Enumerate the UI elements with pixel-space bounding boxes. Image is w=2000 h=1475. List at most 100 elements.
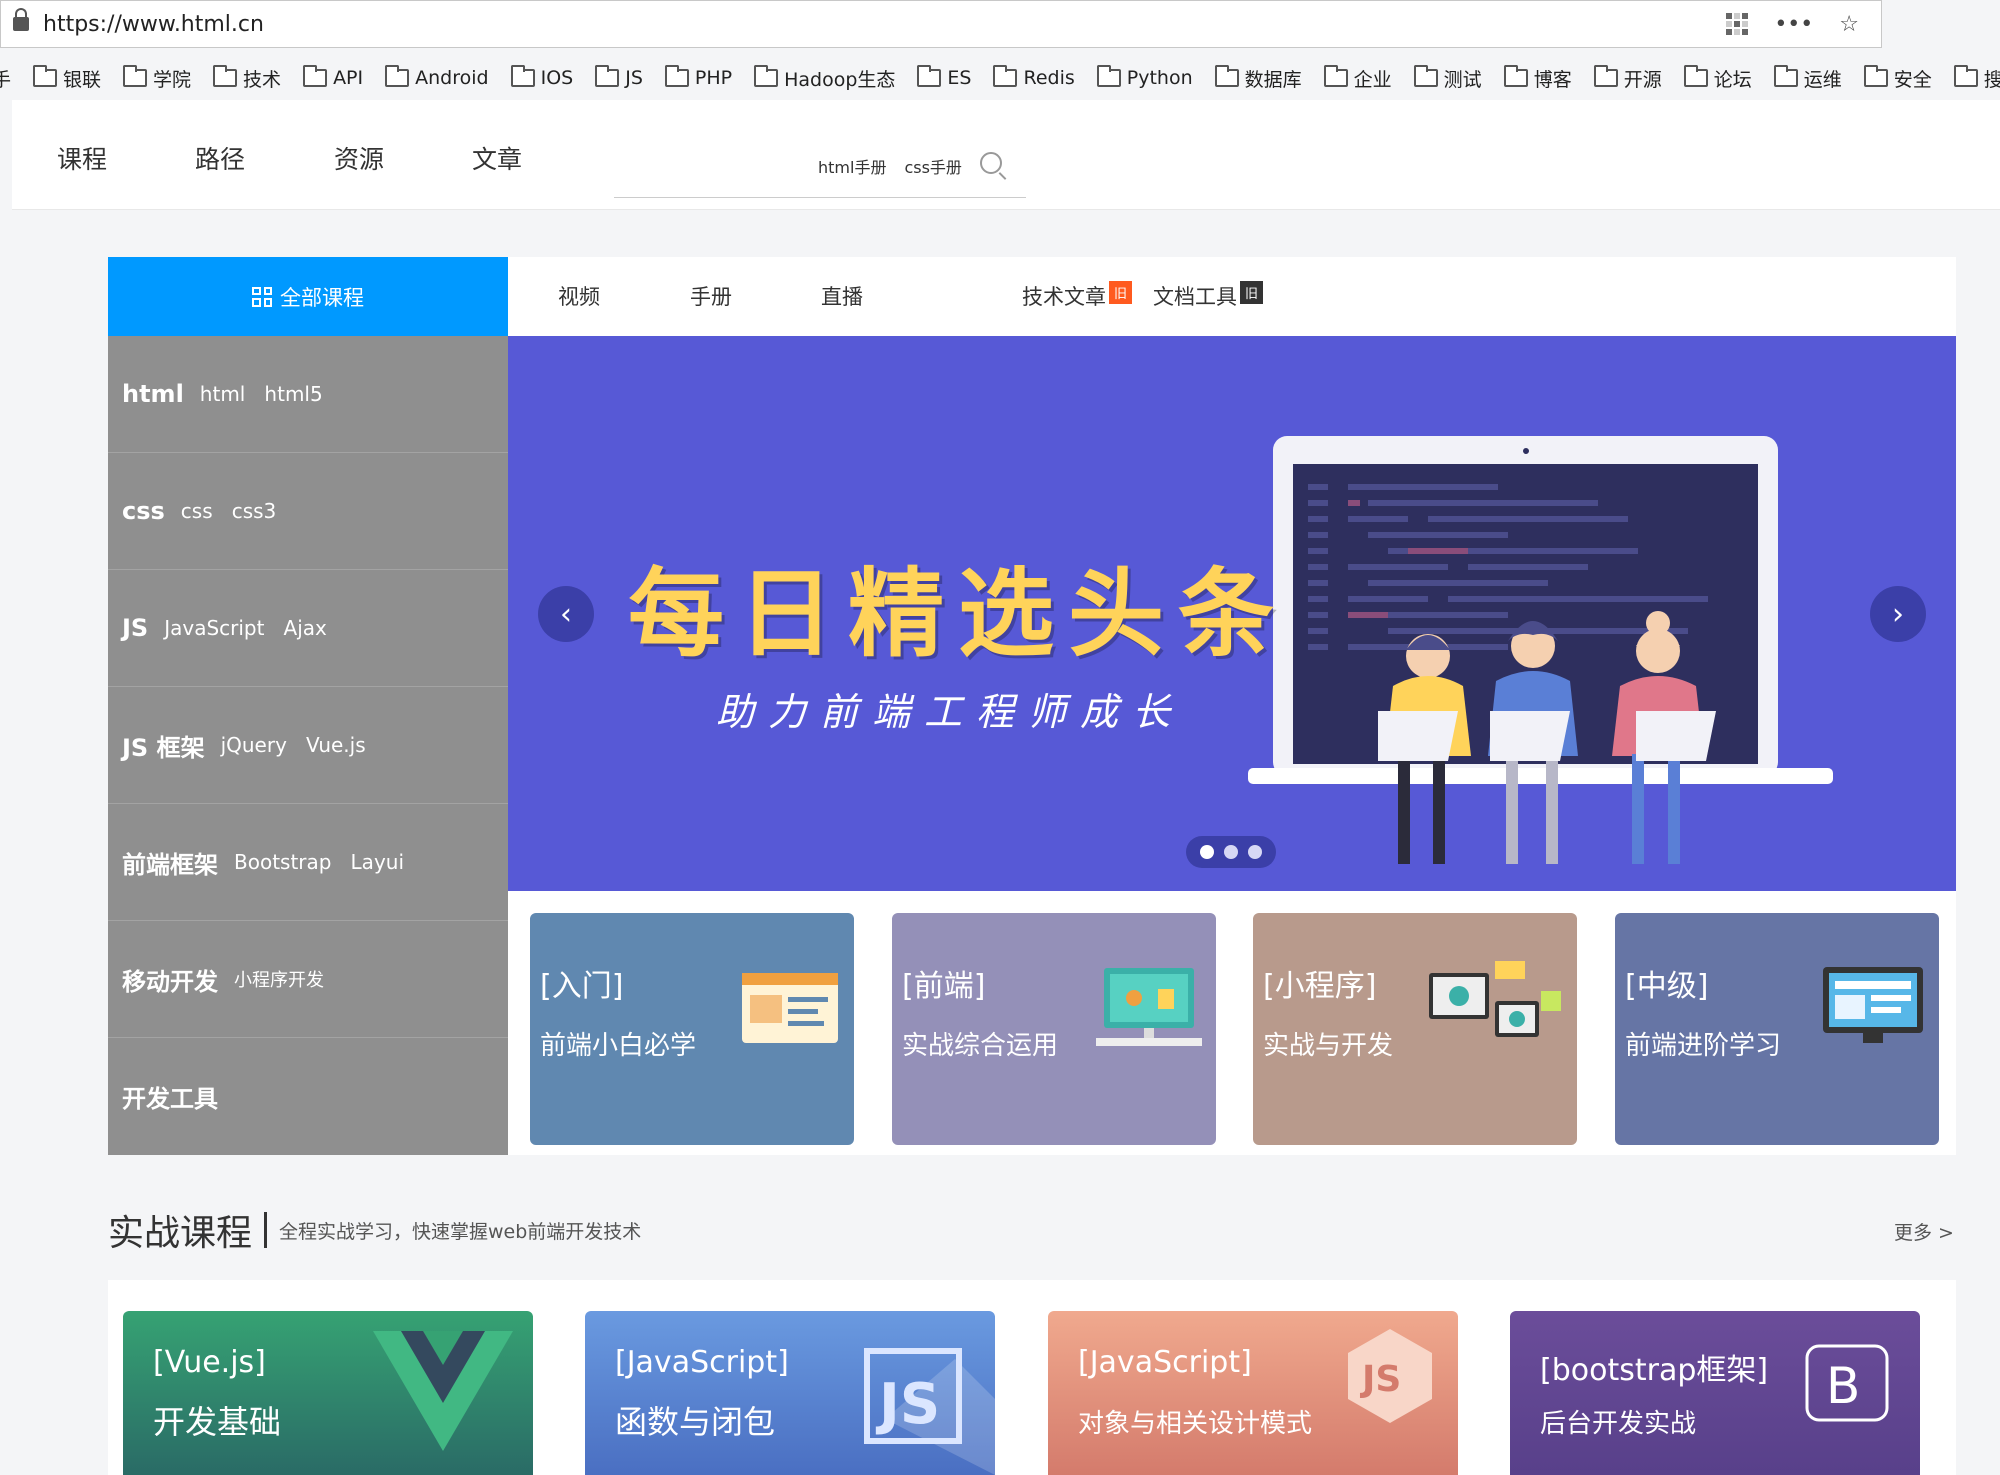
course-card-js-patterns[interactable]: JS [JavaScript] 对象与相关设计模式	[1048, 1311, 1458, 1475]
bookmark-item[interactable]: IOS	[510, 65, 573, 89]
folder-icon	[123, 65, 148, 87]
sidebar-item-js-framework[interactable]: JS 框架 jQuery Vue.js	[108, 687, 508, 804]
carousel-indicators	[1186, 836, 1276, 868]
card-tag: [小程序]	[1263, 969, 1377, 1004]
svg-text:JS: JS	[875, 1372, 940, 1437]
web-page-icon	[742, 973, 838, 1043]
folder-icon	[303, 65, 328, 87]
bookmark-item[interactable]: 搜索	[1953, 65, 2000, 92]
nav-courses[interactable]: 课程	[57, 140, 107, 176]
category-sidebar: html html html5 css css css3 JS JavaScript …	[108, 336, 508, 1155]
featured-card-beginner[interactable]: [入门] 前端小白必学	[530, 913, 854, 1145]
nav-resources[interactable]: 资源	[334, 140, 384, 176]
tab-tech-articles[interactable]: 技术文章旧	[1022, 281, 1133, 311]
url-actions: ••• ☆	[1726, 12, 1859, 37]
bookmark-item[interactable]: 学院	[123, 65, 191, 92]
sidebar-item-frontend-framework[interactable]: 前端框架 Bootstrap Layui	[108, 804, 508, 921]
bookmark-item[interactable]: 银联	[33, 65, 101, 92]
bookmark-item[interactable]: API	[303, 65, 363, 89]
search-icon[interactable]	[979, 152, 1002, 174]
course-tag: [bootstrap框架]	[1540, 1353, 1769, 1388]
bookmark-item[interactable]: 测试	[1413, 65, 1482, 92]
bookmark-item[interactable]: 开源	[1593, 65, 1662, 92]
bookmark-item[interactable]: Python	[1096, 65, 1193, 89]
featured-card-intermediate[interactable]: [中级] 前端进阶学习	[1615, 913, 1939, 1145]
search-hot-html-manual[interactable]: html手册	[818, 154, 886, 178]
bookmark-item[interactable]: 数据库	[1214, 65, 1302, 92]
nav-paths[interactable]: 路径	[195, 140, 245, 176]
address-bar[interactable]: https://www.html.cn ••• ☆	[0, 0, 1882, 48]
card-tag: [前端]	[902, 969, 986, 1004]
site-header: 课程 路径 资源 文章 html手册 css手册	[12, 100, 2000, 210]
bookmark-item[interactable]: 技术	[213, 65, 281, 92]
folder-icon	[917, 65, 942, 87]
bookmark-item[interactable]: ES	[917, 65, 971, 89]
sidebar-item-subs[interactable]: JavaScript Ajax	[164, 616, 327, 640]
all-courses-label: 全部课程	[280, 285, 364, 310]
sidebar-item-subs[interactable]: 小程序开发	[234, 966, 324, 992]
devices-icon	[1429, 961, 1561, 1037]
sidebar-item-subs[interactable]: Bootstrap Layui	[234, 850, 404, 874]
sidebar-item-dev-tools[interactable]: 开发工具	[108, 1038, 508, 1155]
folder-icon	[1413, 65, 1438, 87]
carousel-dot[interactable]	[1248, 845, 1262, 859]
carousel-next-button[interactable]: ›	[1870, 586, 1926, 642]
sidebar-item-title: JS	[122, 614, 149, 642]
url-text[interactable]: https://www.html.cn	[43, 12, 264, 37]
bookmark-item[interactable]: 安全	[1863, 65, 1932, 92]
card-desc: 前端小白必学	[540, 1031, 697, 1061]
bookmark-item[interactable]: 运维	[1773, 65, 1842, 92]
bookmark-item[interactable]: PHP	[664, 65, 732, 89]
nav-articles[interactable]: 文章	[472, 140, 522, 176]
vue-logo-icon	[373, 1331, 513, 1451]
section-divider	[264, 1212, 268, 1248]
folder-icon	[1683, 65, 1708, 87]
bookmark-item[interactable]: 论坛	[1683, 65, 1752, 92]
banner-carousel[interactable]: 每日精选头条 助力前端工程师成长 ‹ ›	[508, 336, 1956, 891]
js-logo-icon: JS	[864, 1348, 995, 1475]
carousel-dot[interactable]	[1224, 845, 1238, 859]
featured-card-miniprogram[interactable]: [小程序] 实战与开发	[1253, 913, 1577, 1145]
bookmark-item[interactable]: 企业	[1323, 65, 1392, 92]
banner-title: 每日精选头条	[628, 558, 1288, 670]
sidebar-item-mobile[interactable]: 移动开发 小程序开发	[108, 921, 508, 1038]
course-card-js-closure[interactable]: JS [JavaScript] 函数与闭包	[585, 1311, 995, 1475]
bookmark-item[interactable]: JS	[595, 65, 643, 89]
search-box[interactable]: html手册 css手册	[614, 142, 1026, 198]
tab-video[interactable]: 视频	[558, 281, 600, 311]
sidebar-item-css[interactable]: css css css3	[108, 453, 508, 570]
sidebar-item-title: 开发工具	[122, 1085, 218, 1113]
search-hot-css-manual[interactable]: css手册	[904, 154, 961, 178]
carousel-dot[interactable]	[1200, 845, 1214, 859]
bookmark-item[interactable]: Redis	[993, 65, 1075, 89]
carousel-prev-button[interactable]: ‹	[538, 586, 594, 642]
bookmark-item[interactable]: 手	[0, 65, 11, 92]
all-courses-button[interactable]: 全部课程	[108, 257, 508, 336]
sidebar-item-js[interactable]: JS JavaScript Ajax	[108, 570, 508, 687]
featured-card-frontend[interactable]: [前端] 实战综合运用	[892, 913, 1216, 1145]
section-title: 实战课程	[108, 1213, 253, 1254]
folder-icon	[1323, 65, 1348, 87]
qr-code-icon[interactable]	[1726, 13, 1749, 35]
course-card-bootstrap[interactable]: B [bootstrap框架] 后台开发实战	[1510, 1311, 1920, 1475]
card-desc: 实战与开发	[1263, 1031, 1394, 1061]
tab-manual[interactable]: 手册	[690, 281, 732, 311]
tab-live[interactable]: 直播	[821, 281, 863, 311]
main-card: 全部课程 视频 手册 直播 技术文章旧 文档工具旧 html html html5…	[108, 257, 1956, 1155]
folder-icon	[993, 65, 1018, 87]
sidebar-item-html[interactable]: html html html5	[108, 336, 508, 453]
sidebar-item-subs[interactable]: jQuery Vue.js	[221, 733, 366, 757]
bookmark-item[interactable]: 博客	[1503, 65, 1572, 92]
course-list: [Vue.js] 开发基础 JS [JavaScript] 函数与闭包 JS […	[108, 1280, 1956, 1475]
bookmark-item[interactable]: Hadoop生态	[754, 65, 895, 92]
bookmark-item[interactable]: Android	[385, 65, 489, 89]
bookmark-star-icon[interactable]: ☆	[1839, 12, 1859, 37]
tab-doc-tools[interactable]: 文档工具旧	[1153, 281, 1264, 311]
sidebar-item-subs[interactable]: html html5	[200, 382, 323, 406]
more-link[interactable]: 更多 >	[1894, 1218, 1954, 1245]
folder-icon	[1953, 65, 1978, 87]
folder-icon	[754, 65, 779, 87]
course-card-vue[interactable]: [Vue.js] 开发基础	[123, 1311, 533, 1475]
sidebar-item-subs[interactable]: css css3	[181, 499, 276, 523]
more-options-icon[interactable]: •••	[1774, 12, 1813, 37]
